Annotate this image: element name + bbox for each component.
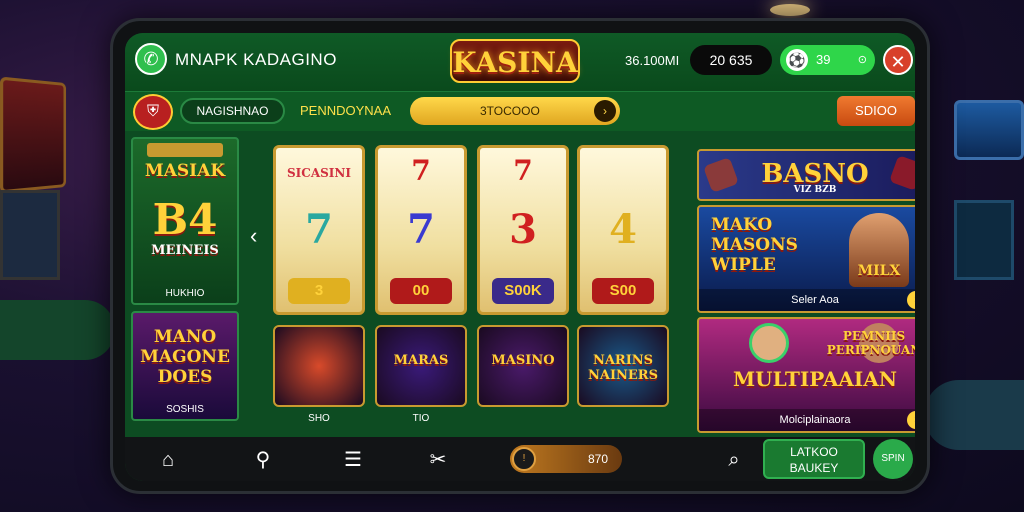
toggle-icon: ⊙ <box>857 54 867 66</box>
reel-symbol-mid: 3 <box>509 206 537 253</box>
game-tile[interactable]: MARAS <box>375 325 467 407</box>
game-tile-title: NARINS NAINERS <box>587 353 659 383</box>
chevron-right-icon[interactable]: › <box>594 100 616 122</box>
bottom-nav: ⌂ ⚲ ☰ ✂ ! 870 ⌕ LATKOO BAUKEY SPIN <box>125 437 915 481</box>
promo-card-right-3[interactable]: PEMNIIS PERIPNOUAN MULTIPAAIAN Molciplai… <box>697 317 915 433</box>
promo-title: MULTIPAAIAN <box>732 367 898 391</box>
promo-footer-label: Molciplainaora <box>779 414 851 426</box>
magnifier-icon[interactable]: ⌕ <box>721 447 747 473</box>
promo-card-left-2[interactable]: MANO MAGONE DOES SOSHIS <box>131 311 239 421</box>
reel-value-pill: 00 <box>390 278 452 304</box>
bet-slider[interactable]: ! 870 <box>510 445 622 473</box>
game-logo: KASINA <box>450 39 580 83</box>
slot-reel: SICASINI 7 3 <box>273 145 365 315</box>
jackpot-value: 3TOCOOO <box>480 104 540 118</box>
search-icon[interactable]: ⚲ <box>250 447 276 473</box>
nav-link[interactable]: PENNDOYNAA <box>300 103 391 118</box>
character-avatar <box>749 323 789 363</box>
promo-title: MASIAK <box>144 161 226 181</box>
app-title: MNAPK KADAGINO <box>175 50 337 69</box>
promo-card-right-2[interactable]: MAKO MASONS WIPLE MILX Seler Aoa › <box>697 205 915 313</box>
balance-pill[interactable]: 20 635 <box>690 45 772 75</box>
cta-button[interactable]: LATKOO BAUKEY <box>763 439 865 479</box>
chevron-left-icon[interactable]: ‹ <box>250 223 257 249</box>
promo-title: MANO MAGONE DOES <box>140 327 230 387</box>
spin-button[interactable]: SPIN <box>873 439 913 479</box>
balance-text: 36.100MI <box>625 53 680 68</box>
nav-bar: ⛨ NAGISHNAO PENNDOYNAA 3TOCOOO › SDIOO <box>125 91 915 131</box>
promo-card-left-1[interactable]: MASIAK B4 MEINEIS HUKHIO <box>131 137 239 305</box>
soccer-ball-icon: ⚽ <box>786 49 808 71</box>
promo-footer: Seler Aoa › <box>699 289 915 311</box>
game-tile-title: MARAS <box>393 353 449 368</box>
game-tile[interactable] <box>273 325 365 407</box>
game-screen: ✆ MNAPK KADAGINO KASINA 36.100MI 20 635 … <box>125 33 915 481</box>
coin-value: 39 <box>816 52 831 67</box>
chat-icon[interactable]: ✆ <box>135 43 167 75</box>
jackpot-bar[interactable]: 3TOCOOO › <box>410 97 620 125</box>
top-bar: ✆ MNAPK KADAGINO KASINA 36.100MI 20 635 … <box>125 33 915 91</box>
close-button[interactable]: ✕ <box>883 45 913 75</box>
bg-slot-machine-left <box>0 76 67 194</box>
promo-title: MAKO MASONS WIPLE <box>711 215 798 275</box>
promo-side-label: MILX <box>857 263 901 279</box>
game-tile-title: MASINO <box>491 353 555 368</box>
promo-subtitle: VIZ BZB <box>793 185 837 195</box>
promo-card-right-1[interactable]: BASNO VIZ BZB <box>697 149 915 201</box>
reel-value-pill: S00 <box>592 278 654 304</box>
bg-table-right <box>924 380 1024 450</box>
reel-symbol-mid: 7 <box>305 206 333 253</box>
nav-pill[interactable]: NAGISHNAO <box>180 98 285 124</box>
promo-label: SOSHIS <box>166 404 204 415</box>
game-tile-label: SHO <box>308 413 330 424</box>
reel-value-pill: 3 <box>288 278 350 304</box>
reel-symbol-mid: 7 <box>407 206 435 253</box>
bg-table-left <box>0 300 115 360</box>
reel-value-pill: S00K <box>492 278 554 304</box>
chevron-right-icon[interactable]: › <box>907 291 915 309</box>
bg-ceiling-lamp <box>770 4 810 16</box>
reel-symbol-top: 7 <box>411 154 431 187</box>
bg-slot-machine-right <box>954 200 1014 280</box>
shield-icon[interactable]: ⛨ <box>133 94 173 130</box>
game-tile[interactable]: MASINO <box>477 325 569 407</box>
slot-reel: 4 S00 <box>577 145 669 315</box>
slot-reel: 7 7 00 <box>375 145 467 315</box>
promo-number: B4 <box>152 195 218 244</box>
left-column: MASIAK B4 MEINEIS HUKHIO MANO MAGONE DOE… <box>131 137 239 421</box>
promo-footer-label: Seler Aoa <box>791 294 839 306</box>
menu-icon[interactable]: ☰ <box>340 447 366 473</box>
tools-icon[interactable]: ✂ <box>425 447 451 473</box>
slider-knob-icon[interactable]: ! <box>512 447 536 471</box>
game-tile[interactable]: NARINS NAINERS <box>577 325 669 407</box>
bg-monitor-left <box>0 190 60 280</box>
promo-label: HUKHIO <box>165 288 205 299</box>
slot-reel: 7 3 S00K <box>477 145 569 315</box>
reel-symbol-top: 7 <box>513 154 533 187</box>
tablet-frame: ✆ MNAPK KADAGINO KASINA 36.100MI 20 635 … <box>110 18 930 494</box>
reel-symbol-mid: 4 <box>609 206 637 253</box>
bg-sign-right <box>954 100 1024 160</box>
deposit-button[interactable]: SDIOO <box>837 96 915 126</box>
coin-pill[interactable]: ⚽ 39 ⊙ <box>780 45 875 75</box>
promo-subtitle: MEINEIS <box>151 243 219 258</box>
promo-footer: Molciplainaora › <box>699 409 915 431</box>
bet-value: 870 <box>587 452 608 466</box>
reel-symbol-top: SICASINI <box>286 166 351 180</box>
game-tile-label: TIO <box>412 413 430 424</box>
home-icon[interactable]: ⌂ <box>155 447 181 473</box>
chevron-right-icon[interactable]: › <box>907 411 915 429</box>
promo-side-label: PEMNIIS PERIPNOUAN <box>826 329 915 357</box>
promo-banner-top <box>147 143 223 157</box>
